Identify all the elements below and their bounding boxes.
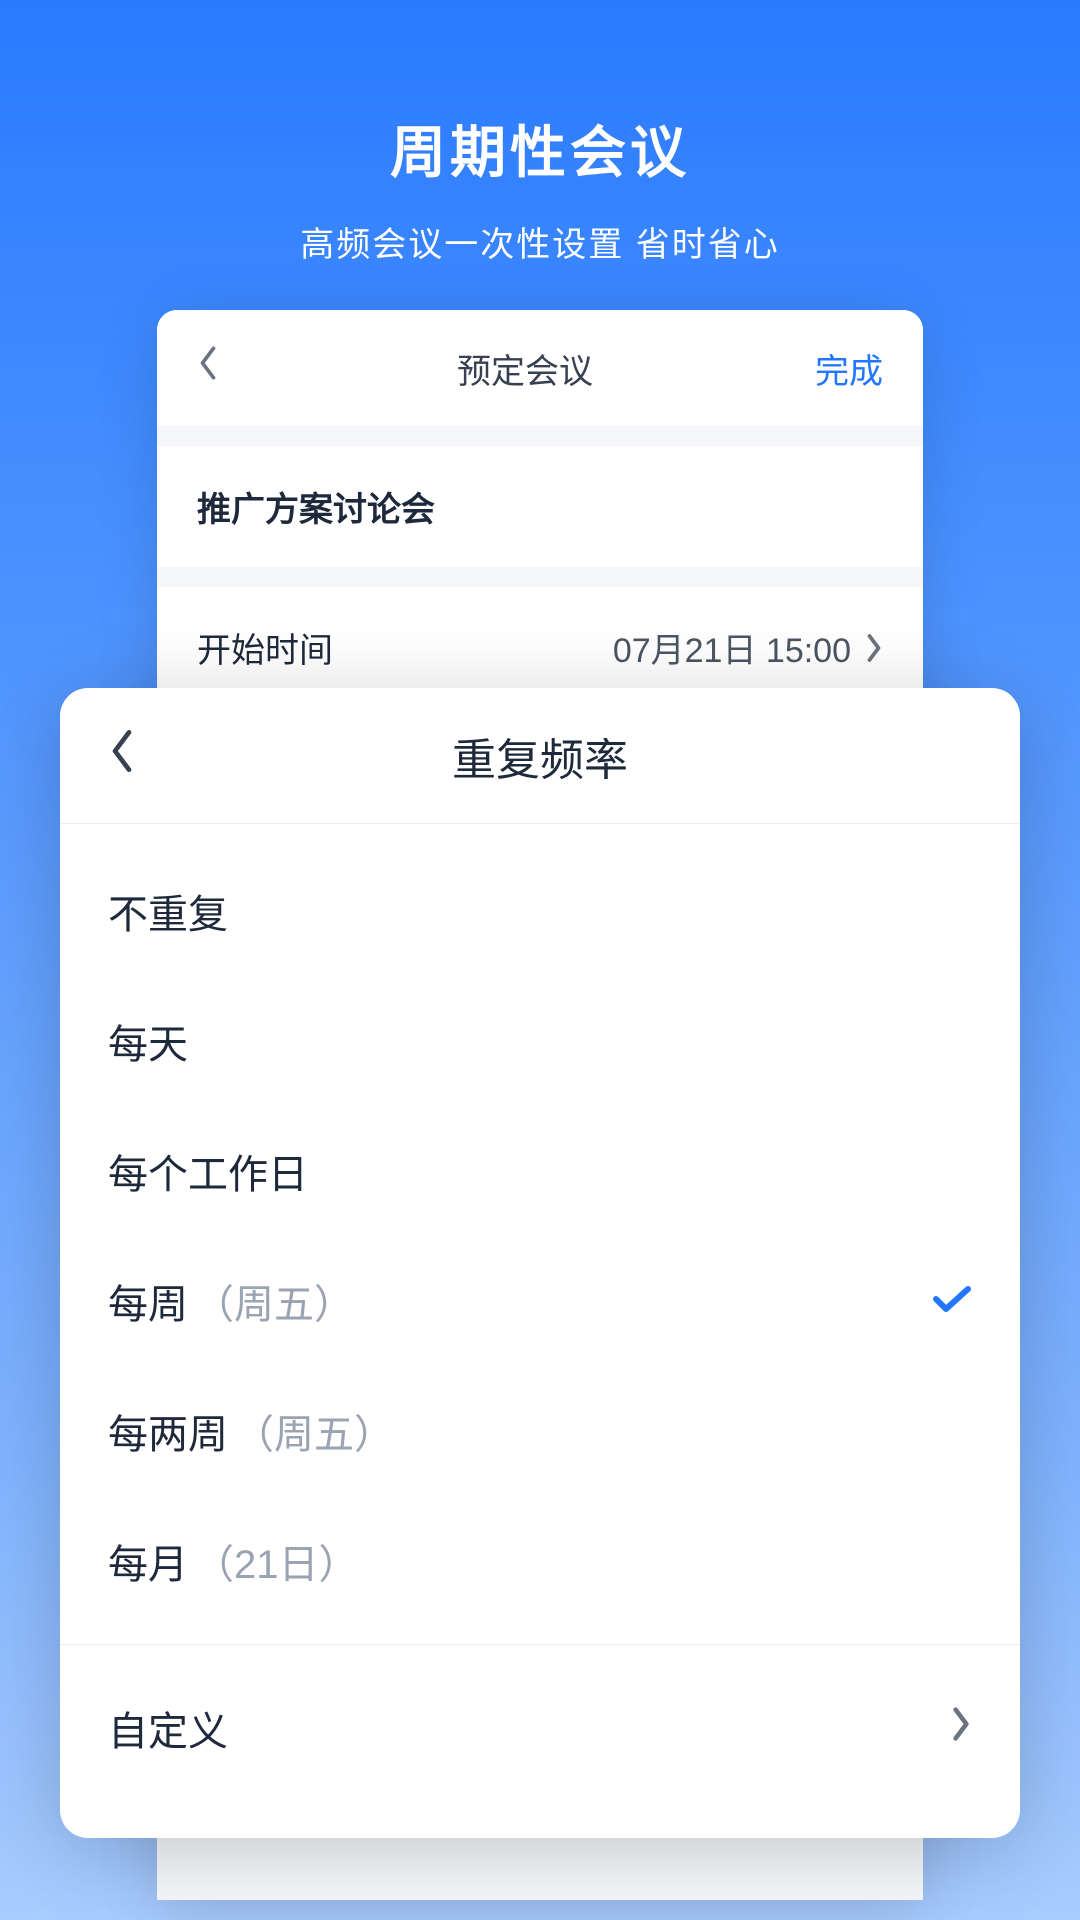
chevron-left-icon — [197, 344, 219, 382]
chevron-right-icon — [865, 633, 883, 663]
option-weekday[interactable]: 每个工作日 — [60, 1106, 1020, 1236]
check-icon — [932, 1276, 972, 1326]
option-custom[interactable]: 自定义 — [60, 1663, 1020, 1793]
option-hint: （21日） — [194, 1532, 359, 1590]
start-time-label: 开始时间 — [197, 623, 333, 672]
option-monthly[interactable]: 每月 （21日） — [60, 1496, 1020, 1626]
chevron-right-icon — [950, 1703, 972, 1753]
done-button[interactable]: 完成 — [803, 344, 883, 393]
option-hint: （周五） — [234, 1402, 394, 1460]
back-button[interactable] — [197, 344, 247, 392]
option-biweekly[interactable]: 每两周 （周五） — [60, 1366, 1020, 1496]
chevron-left-icon — [108, 727, 136, 775]
schedule-navbar: 预定会议 完成 — [157, 310, 923, 426]
promo-header: 周期性会议 高频会议一次性设置 省时省心 — [0, 0, 1080, 266]
option-daily[interactable]: 每天 — [60, 976, 1020, 1106]
page-subtitle: 高频会议一次性设置 省时省心 — [0, 217, 1080, 266]
option-weekly[interactable]: 每周 （周五） — [60, 1236, 1020, 1366]
option-label: 自定义 — [108, 1699, 228, 1757]
repeat-frequency-card: 重复频率 不重复 每天 每个工作日 每周 （周五） 每两周 （周五） 每月 （2… — [60, 688, 1020, 1838]
repeat-navbar: 重复频率 — [60, 688, 1020, 824]
start-time-value-container: 07月21日 15:00 — [613, 623, 883, 672]
back-button[interactable] — [108, 723, 136, 788]
option-label: 每天 — [108, 1012, 188, 1070]
schedule-title: 预定会议 — [457, 344, 593, 393]
repeat-title: 重复频率 — [108, 724, 972, 788]
meeting-name-value: 推广方案讨论会 — [197, 482, 883, 531]
option-label: 不重复 — [108, 882, 228, 940]
option-label: 每周 — [108, 1272, 188, 1330]
option-no-repeat[interactable]: 不重复 — [60, 846, 1020, 976]
option-label: 每两周 — [108, 1402, 228, 1460]
option-hint: （周五） — [194, 1272, 354, 1330]
start-time-value: 07月21日 15:00 — [613, 623, 851, 672]
option-label: 每月 — [108, 1532, 188, 1590]
divider — [60, 1644, 1020, 1645]
option-label: 每个工作日 — [108, 1142, 308, 1200]
meeting-name-row[interactable]: 推广方案讨论会 — [157, 446, 923, 567]
page-title: 周期性会议 — [0, 108, 1080, 189]
repeat-options: 不重复 每天 每个工作日 每周 （周五） 每两周 （周五） 每月 （21日） — [60, 824, 1020, 1815]
